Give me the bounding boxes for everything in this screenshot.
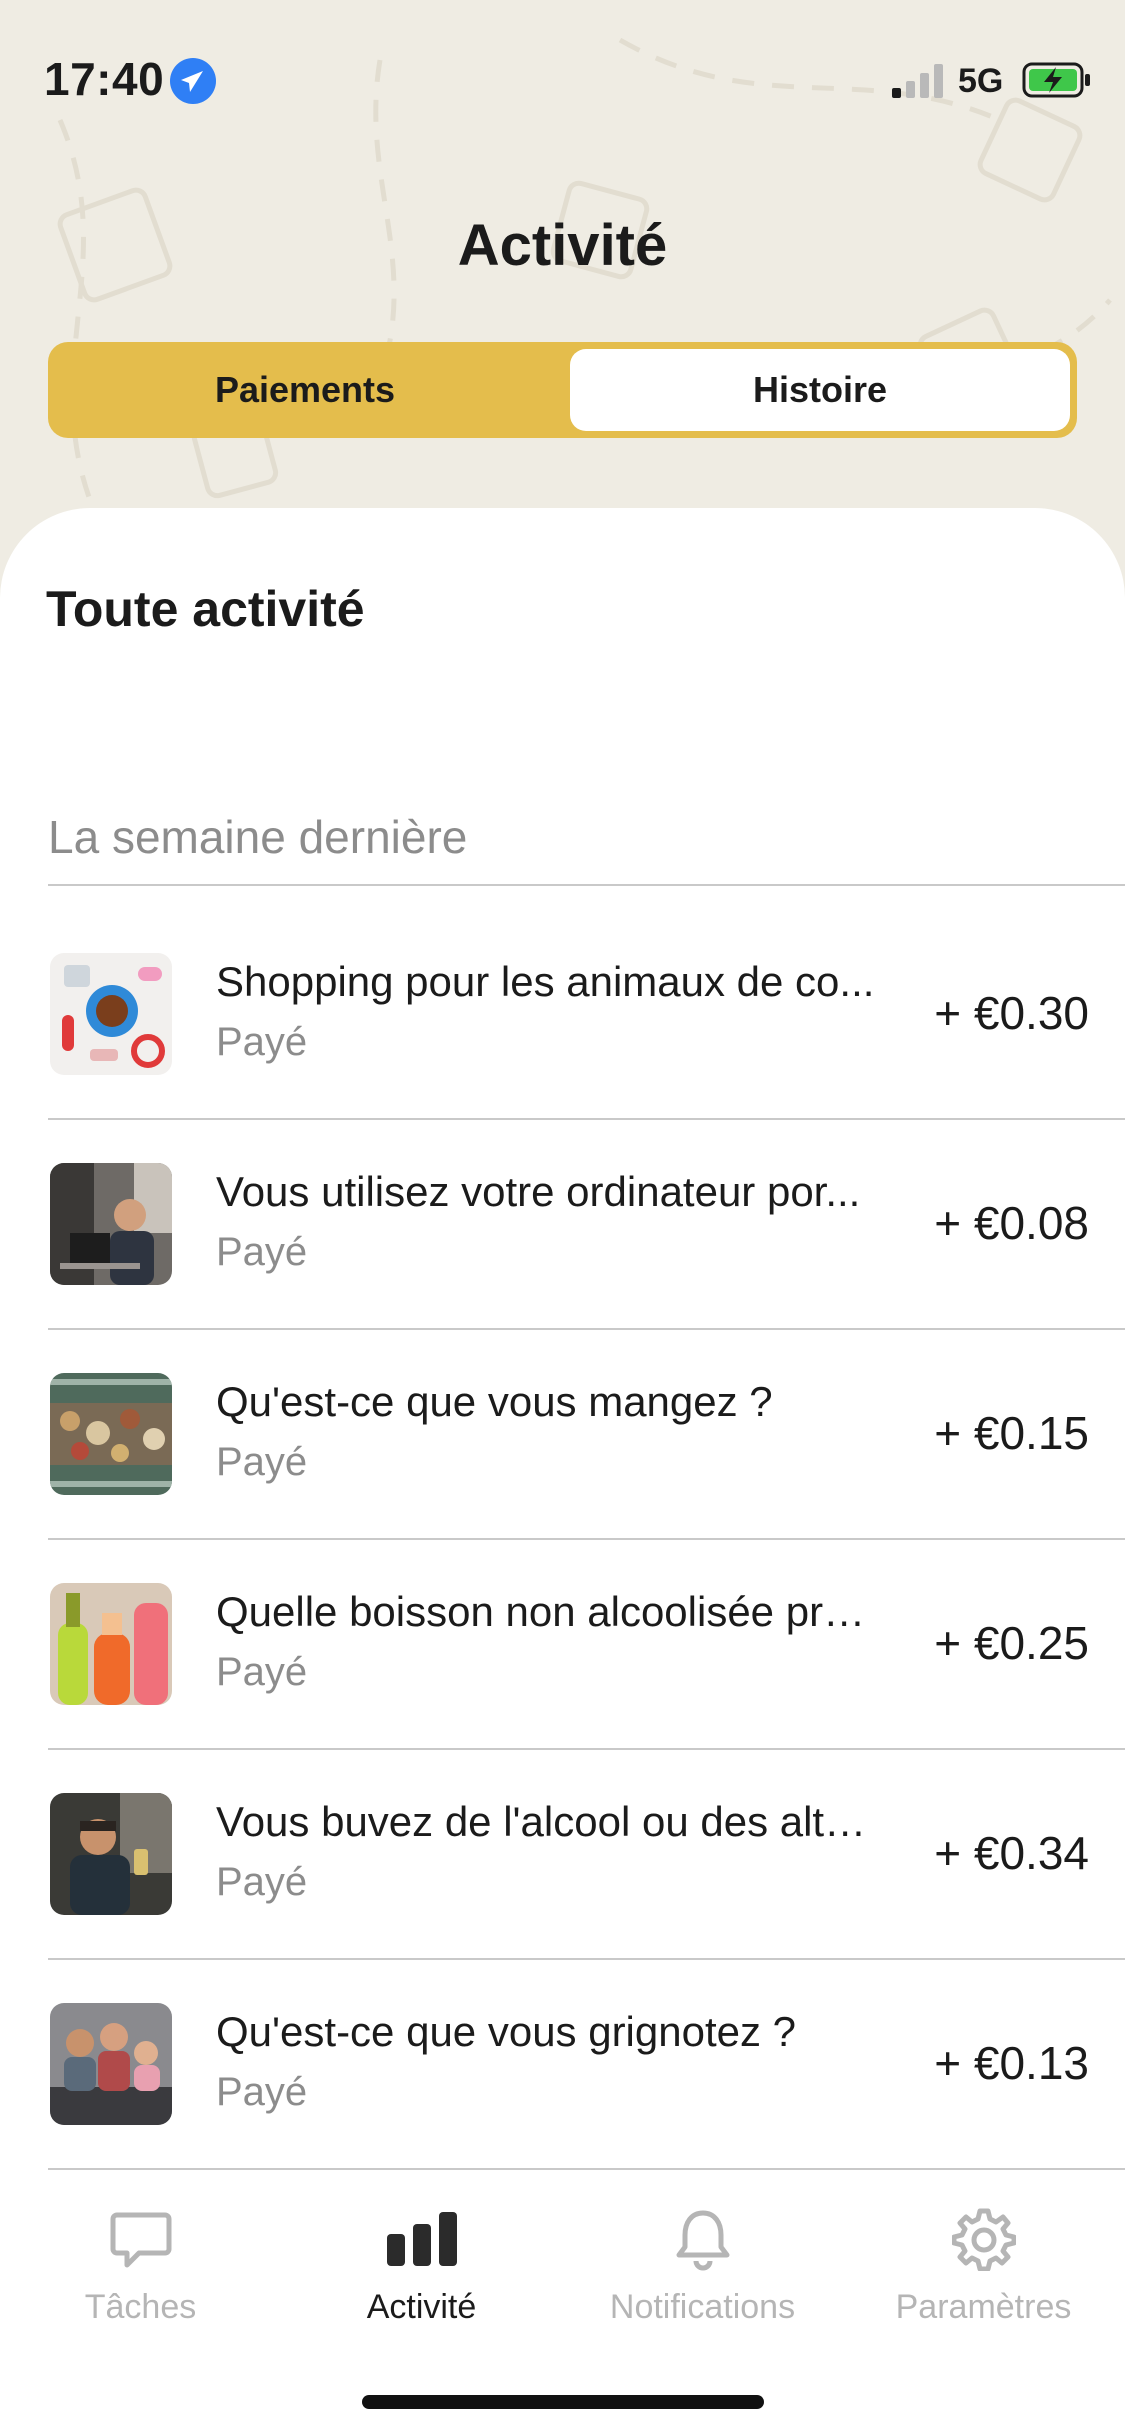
tab-label: Activité [366,2288,477,2326]
list-item[interactable]: Vous buvez de l'alcool ou des alte... Pa… [0,1748,1125,1958]
tab-histoire[interactable]: Histoire [570,349,1070,431]
item-title: Quelle boisson non alcoolisée pre... [216,1588,876,1635]
tab-paiements[interactable]: Paiements [48,342,562,438]
item-amount: + €0.34 [934,1827,1089,1879]
list-item[interactable]: Shopping pour les animaux de co... Payé … [0,908,1125,1118]
item-amount: + €0.25 [934,1617,1089,1669]
item-status: Payé [216,1860,308,1904]
item-status: Payé [216,1230,308,1274]
thumbnail-man-with-drink [50,1793,172,1915]
bell-icon [562,2200,843,2278]
item-amount: + €0.13 [934,2037,1089,2089]
location-arrow-icon [170,58,216,104]
section-title: Toute activité [46,581,365,637]
list-item[interactable]: Qu'est-ce que vous mangez ? Payé + €0.15 [0,1328,1125,1538]
divider [48,884,1125,886]
thumbnail-man-at-computer [50,1163,172,1285]
battery-charging-icon [1022,62,1090,98]
bar-chart-icon [281,2200,562,2278]
page-title: Activité [457,213,668,278]
item-amount: + €0.15 [934,1407,1089,1459]
tab-label: Paramètres [895,2288,1072,2326]
tab-activite[interactable]: Activité [281,2200,562,2327]
thumbnail-family-snack [50,2003,172,2125]
chat-bubble-icon [0,2200,281,2278]
item-title: Shopping pour les animaux de co... [216,958,875,1005]
item-amount: + €0.08 [934,1197,1089,1249]
list-item[interactable]: Vous utilisez votre ordinateur por... Pa… [0,1118,1125,1328]
item-status: Payé [216,1440,308,1484]
tab-notifications[interactable]: Notifications [562,2200,843,2327]
segmented-control: Paiements Histoire [48,342,1077,438]
item-status: Payé [216,1650,308,1694]
status-time: 17:40 [44,53,165,105]
tab-label: Tâches [84,2288,197,2326]
item-title: Qu'est-ce que vous grignotez ? [216,2008,797,2055]
gear-icon [843,2200,1124,2278]
thumbnail-food-table [50,1373,172,1495]
status-bar: 17:40 5G [0,0,1125,140]
thumbnail-pet-supplies [50,953,172,1075]
cellular-signal-icon [892,64,943,98]
item-status: Payé [216,2070,308,2114]
list-item[interactable]: Quelle boisson non alcoolisée pre... Pay… [0,1538,1125,1748]
item-amount: + €0.30 [934,987,1089,1039]
list-item[interactable]: Qu'est-ce que vous grignotez ? Payé + €0… [0,1958,1125,2168]
item-status: Payé [216,1020,308,1064]
week-group-label: La semaine dernière [48,811,468,863]
tab-label: Notifications [609,2288,796,2326]
tab-taches[interactable]: Tâches [0,2200,281,2327]
home-indicator [362,2395,764,2409]
item-title: Vous utilisez votre ordinateur por... [216,1168,861,1215]
thumbnail-colored-drinks [50,1583,172,1705]
tab-parametres[interactable]: Paramètres [843,2200,1124,2327]
network-type: 5G [958,62,1004,100]
item-title: Vous buvez de l'alcool ou des alte... [216,1798,876,1845]
item-title: Qu'est-ce que vous mangez ? [216,1378,773,1425]
